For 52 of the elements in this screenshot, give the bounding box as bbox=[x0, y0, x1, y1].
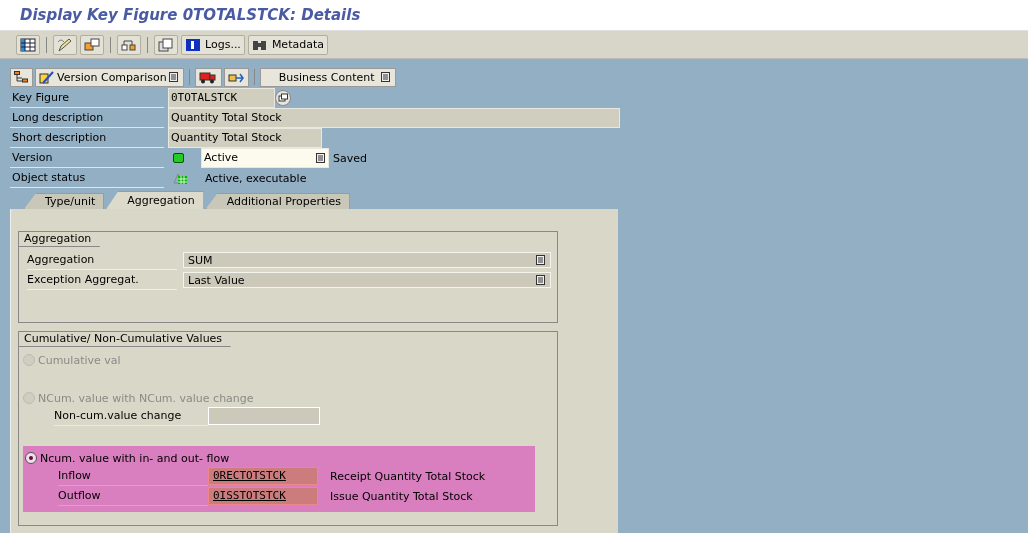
hierarchy-icon[interactable] bbox=[117, 34, 141, 55]
share-icon[interactable] bbox=[223, 67, 249, 87]
field-label: Non-cum.value change bbox=[54, 406, 208, 426]
table-icon[interactable] bbox=[16, 34, 40, 55]
radio-label: NCum. value with NCum. value change bbox=[38, 391, 254, 405]
copy-icon[interactable] bbox=[154, 34, 178, 55]
dropdown-icon bbox=[380, 71, 391, 83]
dropdown-icon bbox=[316, 152, 326, 164]
dropdown-field[interactable]: SUM bbox=[183, 252, 551, 268]
tab[interactable]: Type/unit bbox=[24, 193, 105, 209]
field-label: Key Figure bbox=[10, 88, 164, 108]
tab[interactable]: Additional Properties bbox=[205, 193, 350, 209]
info-icon bbox=[185, 37, 201, 52]
radio-button[interactable] bbox=[25, 452, 37, 464]
windows-icon[interactable] bbox=[80, 34, 104, 55]
field-label: Long description bbox=[10, 108, 164, 128]
field-label: Exception Aggregat. bbox=[27, 270, 177, 290]
key-figure-field[interactable]: 0TOTALSTCK bbox=[168, 88, 275, 108]
input-field[interactable]: 0ISSTOTSTCK bbox=[208, 487, 318, 505]
field-label: Aggregation bbox=[27, 250, 177, 270]
business-content-button[interactable]: Business Content bbox=[259, 67, 396, 87]
field-label: Object status bbox=[10, 168, 164, 188]
dropdown-field[interactable]: Last Value bbox=[183, 272, 551, 288]
version-state: Saved bbox=[333, 151, 367, 165]
dropdown-icon bbox=[536, 274, 546, 286]
description-text: Issue Quantity Total Stock bbox=[330, 489, 473, 503]
tree-icon[interactable] bbox=[10, 67, 33, 87]
compare-icon bbox=[39, 70, 54, 84]
window-title: Display Key Figure 0TOTALSTCK: Details bbox=[20, 6, 361, 24]
dropdown-value: SUM bbox=[188, 253, 213, 267]
long-description-field[interactable]: Quantity Total Stock bbox=[168, 108, 620, 128]
description-text: Receipt Quantity Total Stock bbox=[330, 469, 486, 483]
field-label: Version bbox=[10, 148, 164, 168]
pencil-icon[interactable] bbox=[53, 34, 77, 55]
field-label: Short description bbox=[10, 128, 164, 148]
radio-label: Ncum. value with in- and out- flow bbox=[40, 451, 230, 465]
truck-icon[interactable] bbox=[194, 67, 222, 87]
dropdown-value: Active bbox=[204, 150, 239, 166]
version-dropdown[interactable]: Active bbox=[201, 148, 329, 168]
object-status-text: Active, executable bbox=[205, 171, 307, 185]
short-description-field[interactable]: Quantity Total Stock bbox=[168, 128, 322, 148]
dropdown-icon bbox=[536, 254, 546, 266]
dropdown-value: Last Value bbox=[188, 273, 245, 287]
tab[interactable]: Aggregation bbox=[106, 191, 204, 209]
version-comparison-button[interactable]: Version Comparison bbox=[35, 67, 184, 87]
toolbar-button[interactable]: Logs... bbox=[181, 34, 245, 55]
dropdown-icon bbox=[168, 71, 179, 83]
toolbar-button[interactable]: Metadata bbox=[247, 34, 328, 55]
input-field[interactable]: 0RECTOTSTCK bbox=[208, 467, 318, 485]
status-grid-icon bbox=[173, 171, 188, 185]
window-icon bbox=[275, 90, 291, 106]
radio-label: Cumulative val bbox=[38, 353, 121, 367]
